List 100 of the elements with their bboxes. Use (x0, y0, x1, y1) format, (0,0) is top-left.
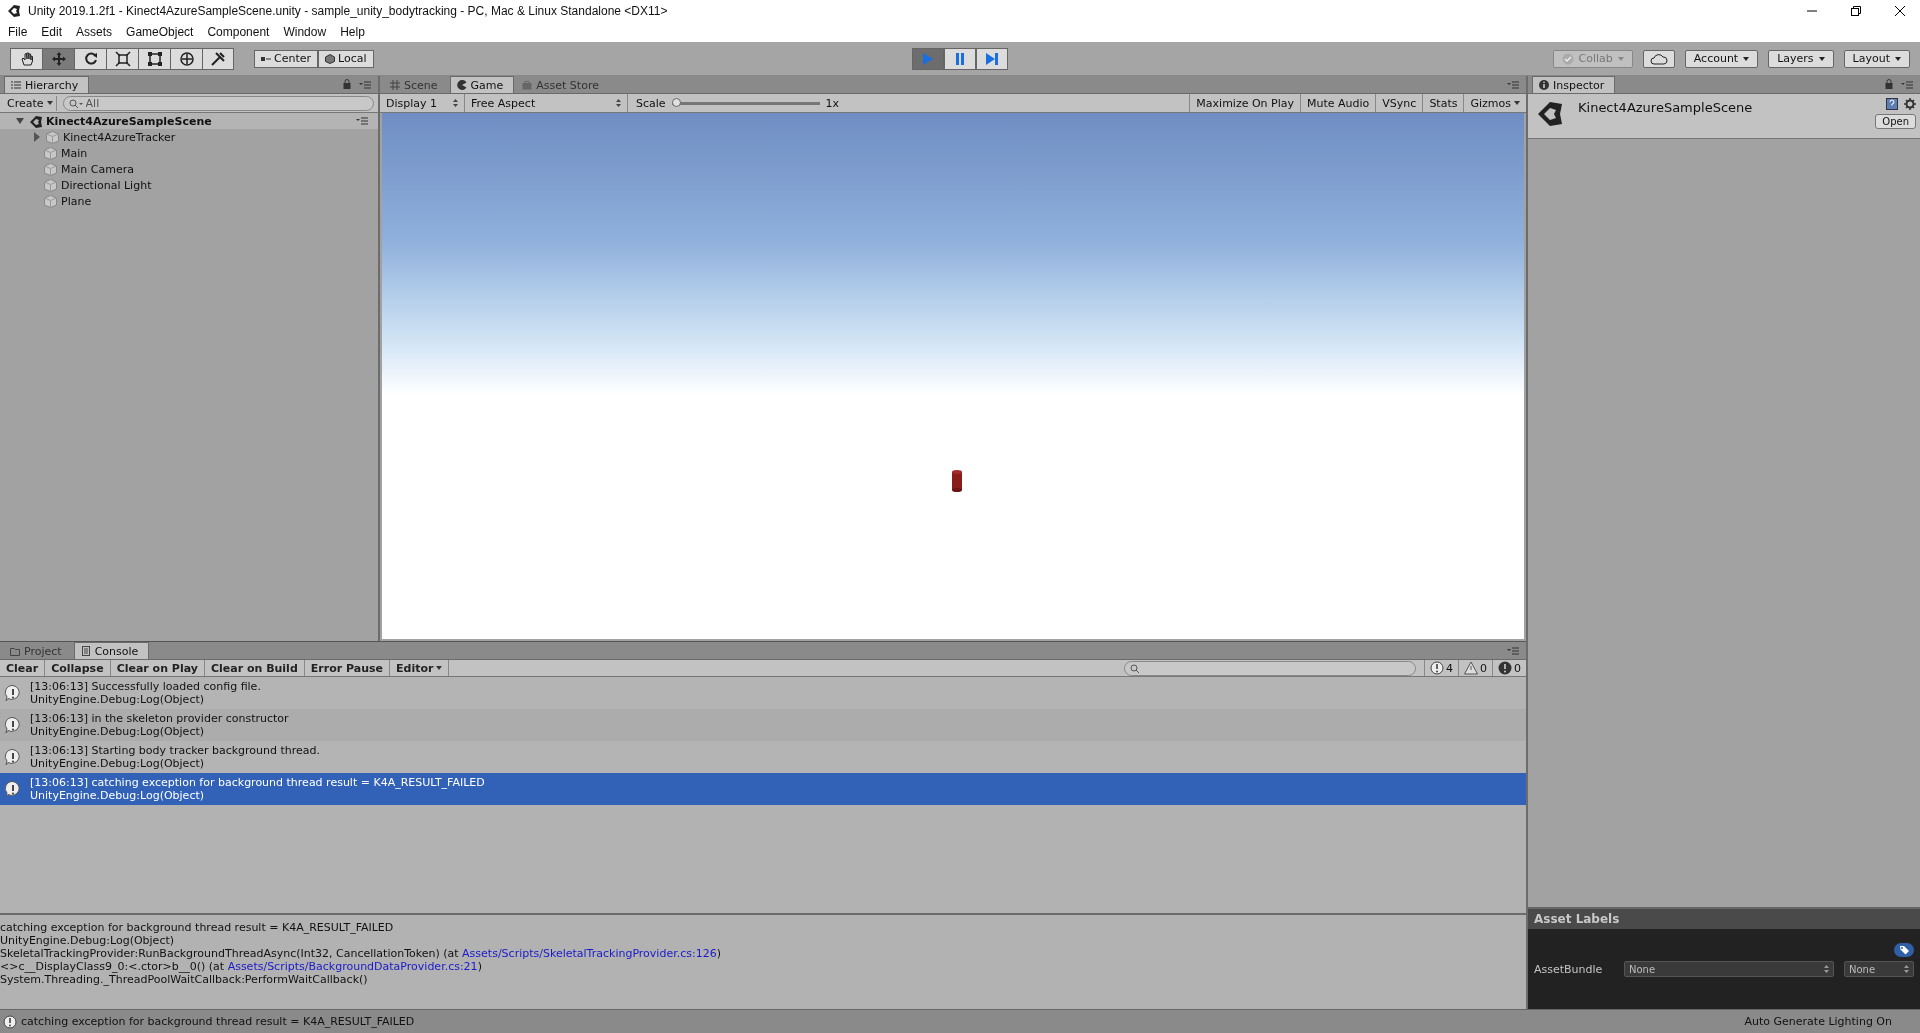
tool-button[interactable] (74, 47, 106, 70)
log-entry[interactable]: [13:06:13] catching exception for background thread result = K4A_RESULT_FAILED UnityEngine.Debug:Log(Object) (0, 773, 1526, 805)
check-circle-icon (1561, 52, 1574, 65)
help-book-icon[interactable] (1886, 98, 1898, 110)
console-button[interactable]: Editor (390, 660, 450, 676)
layers-dropdown[interactable]: Layers (1768, 49, 1834, 68)
hand-icon (18, 50, 35, 67)
stack-trace-text: System.Threading._ThreadPoolWaitCallback:PerformWaitCallback() (0, 973, 368, 986)
lock-icon (343, 79, 351, 89)
menu-item[interactable]: Component (207, 25, 270, 39)
close-icon[interactable] (1894, 5, 1906, 17)
menu-item[interactable]: GameObject (126, 25, 194, 39)
search-field[interactable] (1124, 660, 1416, 676)
menu-item[interactable]: Assets (76, 25, 113, 39)
search-icon (68, 98, 83, 109)
object-name: Kinect4AzureSampleScene (1578, 99, 1753, 115)
menu-item[interactable]: Window (283, 25, 327, 39)
pacman-icon (456, 80, 467, 90)
toggle-button[interactable]: VSync (1375, 94, 1423, 112)
restore-icon[interactable] (1850, 5, 1862, 17)
project-tab[interactable]: Project (4, 643, 72, 659)
status-message: catching exception for background thread result = K4A_RESULT_FAILED (21, 1015, 415, 1028)
console-button[interactable]: Clear on Play (110, 660, 205, 676)
console-button[interactable]: Collapse (45, 660, 111, 676)
cube-icon (44, 162, 57, 176)
menu-item[interactable]: File (8, 25, 28, 39)
menu-item[interactable]: Help (340, 25, 365, 39)
pause-button[interactable] (944, 47, 976, 70)
scale-icon (114, 50, 131, 67)
tool-button[interactable] (138, 47, 170, 70)
cube-icon (46, 130, 59, 144)
asset-labels-header: Asset Labels (1528, 907, 1920, 929)
toggle-button[interactable]: Stats (1422, 94, 1464, 112)
tools-icon (210, 50, 226, 67)
scale-slider[interactable] (671, 97, 820, 109)
cube-icon (44, 146, 57, 160)
folder-icon (10, 646, 20, 656)
tool-button[interactable] (106, 47, 138, 70)
game-tab[interactable]: Game (449, 76, 515, 93)
warning-count-toggle[interactable]: 0 (1458, 660, 1492, 676)
info-count-toggle[interactable]: 4 (1424, 660, 1458, 676)
file-link[interactable]: Assets/Scripts/SkeletalTrackingProvider.cs:126 (462, 947, 717, 960)
inspector-tab[interactable]: Inspector (1532, 76, 1616, 93)
scene-row[interactable]: Kinect4AzureSampleScene (0, 113, 378, 129)
log-entry[interactable]: [13:06:13] in the skeleton provider constructor UnityEngine.Debug:Log(Object) (0, 709, 1526, 741)
display-dropdown[interactable]: Display 1 (380, 94, 465, 112)
slider-thumb[interactable] (671, 97, 681, 107)
stack-trace-text: <>c__DisplayClass9_0:<.ctor>b__0() (at (0, 960, 226, 973)
hierarchy-tab[interactable]: Hierarchy (4, 76, 90, 93)
search-field[interactable]: All (62, 95, 374, 111)
open-button[interactable]: Open (1875, 114, 1916, 129)
log-message: [13:06:13] Successfully loaded config file. (30, 680, 261, 693)
create-dropdown[interactable]: Create (4, 95, 57, 111)
unity-logo-icon (6, 3, 22, 19)
info-icon (1539, 80, 1549, 90)
console-tab[interactable]: Console (73, 642, 150, 659)
console-button[interactable]: Error Pause (304, 660, 390, 676)
console-button[interactable]: Clear on Build (204, 660, 305, 676)
scale-value: 1x (825, 96, 840, 110)
scene-tab[interactable]: Scene (384, 77, 448, 93)
updown-arrows-icon (616, 99, 621, 107)
account-dropdown[interactable]: Account (1684, 49, 1759, 68)
tool-button[interactable] (170, 47, 202, 70)
info-bubble-icon (4, 716, 22, 734)
log-message: [13:06:13] Starting body tracker background thread. (30, 744, 321, 757)
asset-bundle-dropdown[interactable]: None (1624, 961, 1834, 977)
store-tab[interactable]: Asset Store (516, 77, 609, 93)
toggle-button[interactable]: Mute Audio (1300, 94, 1376, 112)
hierarchy-item[interactable]: Main (16, 145, 378, 161)
error-count-toggle[interactable]: 0 (1492, 660, 1526, 676)
rect-tool-icon (146, 50, 163, 67)
tool-button[interactable] (42, 47, 74, 70)
tag-icon[interactable] (1894, 943, 1914, 957)
toggle-button[interactable]: Maximize On Play (1189, 94, 1300, 112)
error-icon (1498, 661, 1512, 675)
hierarchy-item[interactable]: Plane (16, 193, 378, 209)
cube-icon (44, 178, 57, 192)
pivot-button[interactable]: Center (254, 49, 319, 68)
info-bubble-icon (3, 1014, 17, 1029)
tool-button[interactable] (202, 47, 234, 70)
gear-icon[interactable] (1904, 98, 1916, 110)
step-icon (984, 50, 1000, 67)
rotation-button[interactable]: Local (318, 49, 374, 68)
menu-item[interactable]: Edit (41, 25, 63, 39)
aspect-dropdown[interactable]: Free Aspect (465, 94, 628, 112)
warning-icon (1464, 661, 1478, 675)
layout-dropdown[interactable]: Layout (1843, 49, 1910, 68)
cloud-button[interactable] (1642, 49, 1675, 68)
toggle-button[interactable]: Gizmos (1463, 94, 1526, 112)
info-bubble-icon (1430, 661, 1444, 675)
console-button[interactable]: Clear (0, 660, 46, 676)
file-link[interactable]: Assets/Scripts/BackgroundDataProvider.cs:21 (227, 960, 478, 973)
step-button[interactable] (976, 47, 1008, 70)
log-source: UnityEngine.Debug:Log(Object) (30, 725, 206, 738)
variant-dropdown[interactable]: None (1844, 961, 1914, 977)
lighting-status: Auto Generate Lighting On (1744, 1015, 1893, 1028)
hierarchy-item[interactable]: Kinect4AzureTracker (16, 129, 378, 145)
hierarchy-item[interactable]: Directional Light (16, 177, 378, 193)
hierarchy-item[interactable]: Main Camera (16, 161, 378, 177)
tool-button[interactable] (10, 47, 42, 70)
